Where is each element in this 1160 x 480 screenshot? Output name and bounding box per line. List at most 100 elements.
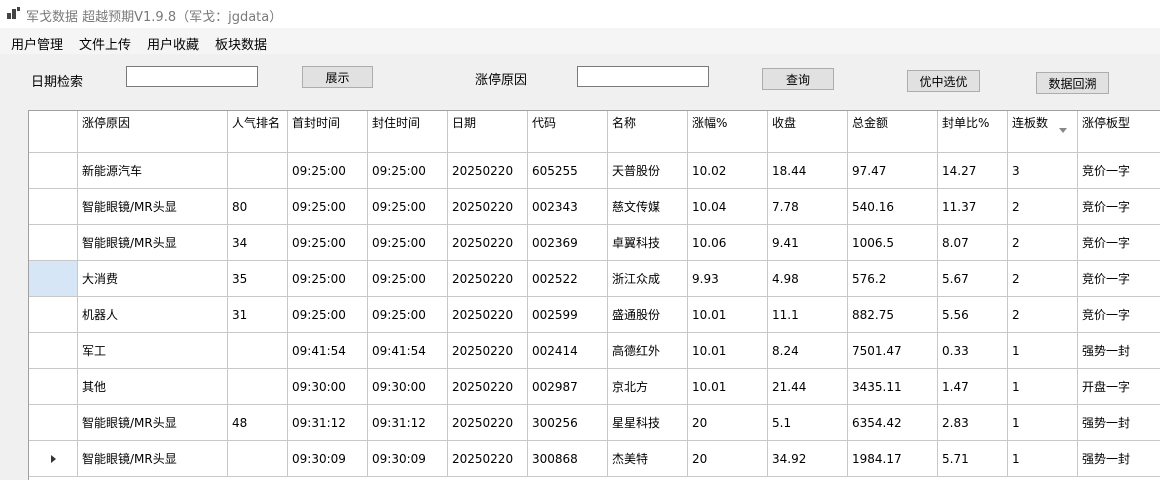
- cell-reason[interactable]: 智能眼镜/MR头显: [78, 225, 228, 261]
- cell-date[interactable]: 20250220: [448, 405, 528, 441]
- cell-reason[interactable]: 机器人: [78, 297, 228, 333]
- cell-limit-type[interactable]: 强势一封: [1078, 441, 1160, 477]
- menu-user-management[interactable]: 用户管理: [11, 34, 63, 53]
- cell-total-amount[interactable]: 540.16: [848, 189, 938, 225]
- cell-reason[interactable]: 其他: [78, 369, 228, 405]
- cell-consecutive-boards[interactable]: 2: [1008, 297, 1078, 333]
- menu-user-favorites[interactable]: 用户收藏: [147, 34, 199, 53]
- cell-popularity-rank[interactable]: 35: [228, 261, 288, 297]
- cell-popularity-rank[interactable]: [228, 333, 288, 369]
- cell-sealed-time[interactable]: 09:30:09: [368, 441, 448, 477]
- cell-total-amount[interactable]: 7501.47: [848, 333, 938, 369]
- cell-code[interactable]: 002987: [528, 369, 608, 405]
- cell-total-amount[interactable]: 97.47: [848, 153, 938, 189]
- column-header-first-seal-time[interactable]: 首封时间: [288, 111, 368, 153]
- cell-close[interactable]: 18.44: [768, 153, 848, 189]
- cell-limit-type[interactable]: 竞价一字: [1078, 261, 1160, 297]
- sort-descending-icon[interactable]: [1059, 128, 1067, 133]
- cell-first-seal-time[interactable]: 09:41:54: [288, 333, 368, 369]
- cell-sealed-time[interactable]: 09:31:12: [368, 405, 448, 441]
- cell-reason[interactable]: 军工: [78, 333, 228, 369]
- row-header-cell[interactable]: [29, 225, 78, 261]
- cell-name[interactable]: 杰美特: [608, 441, 688, 477]
- cell-name[interactable]: 星星科技: [608, 405, 688, 441]
- column-header-seal-ratio[interactable]: 封单 比%: [938, 111, 1008, 153]
- cell-date[interactable]: 20250220: [448, 225, 528, 261]
- cell-change-pct[interactable]: 10.02: [688, 153, 768, 189]
- cell-limit-type[interactable]: 竞价一字: [1078, 189, 1160, 225]
- cell-reason[interactable]: 新能源汽车: [78, 153, 228, 189]
- cell-name[interactable]: 盛通股份: [608, 297, 688, 333]
- table-row[interactable]: 大消费 35 09:25:00 09:25:00 20250220 002522 浙江众成 9…: [29, 261, 1160, 297]
- cell-first-seal-time[interactable]: 09:25:00: [288, 225, 368, 261]
- table-row[interactable]: 新能源汽车 09:25:00 09:25:00 20250220 605255 天普股份 1…: [29, 153, 1160, 189]
- cell-code[interactable]: 605255: [528, 153, 608, 189]
- cell-seal-ratio[interactable]: 2.83: [938, 405, 1008, 441]
- column-header-name[interactable]: 名称: [608, 111, 688, 153]
- cell-date[interactable]: 20250220: [448, 333, 528, 369]
- cell-seal-ratio[interactable]: 1.47: [938, 369, 1008, 405]
- cell-popularity-rank[interactable]: [228, 369, 288, 405]
- cell-change-pct[interactable]: 10.04: [688, 189, 768, 225]
- cell-name[interactable]: 京北方: [608, 369, 688, 405]
- cell-seal-ratio[interactable]: 14.27: [938, 153, 1008, 189]
- cell-consecutive-boards[interactable]: 2: [1008, 261, 1078, 297]
- cell-consecutive-boards[interactable]: 2: [1008, 225, 1078, 261]
- cell-first-seal-time[interactable]: 09:25:00: [288, 261, 368, 297]
- cell-seal-ratio[interactable]: 5.67: [938, 261, 1008, 297]
- cell-popularity-rank[interactable]: 34: [228, 225, 288, 261]
- cell-reason[interactable]: 智能眼镜/MR头显: [78, 441, 228, 477]
- table-row[interactable]: 智能眼镜/MR头显 48 09:31:12 09:31:12 20250220 30025…: [29, 405, 1160, 441]
- column-header-consecutive-boards[interactable]: 连板数: [1008, 111, 1078, 153]
- cell-date[interactable]: 20250220: [448, 153, 528, 189]
- cell-name[interactable]: 慈文传媒: [608, 189, 688, 225]
- limit-reason-input[interactable]: [577, 66, 709, 87]
- cell-change-pct[interactable]: 20: [688, 405, 768, 441]
- cell-consecutive-boards[interactable]: 1: [1008, 405, 1078, 441]
- cell-first-seal-time[interactable]: 09:30:00: [288, 369, 368, 405]
- column-header-reason[interactable]: 涨停原因: [78, 111, 228, 153]
- cell-name[interactable]: 高德红外: [608, 333, 688, 369]
- cell-code[interactable]: 300868: [528, 441, 608, 477]
- cell-seal-ratio[interactable]: 8.07: [938, 225, 1008, 261]
- row-header-cell[interactable]: [29, 153, 78, 189]
- column-header-code[interactable]: 代码: [528, 111, 608, 153]
- stock-data-grid[interactable]: 涨停原因 人气 排名 首封时间封住时间日期 代码 名称 涨幅% 收盘 总金额 封单 比% 连板数 涨停板…: [28, 110, 1160, 480]
- row-header-cell[interactable]: [29, 189, 78, 225]
- cell-change-pct[interactable]: 10.06: [688, 225, 768, 261]
- cell-consecutive-boards[interactable]: 2: [1008, 189, 1078, 225]
- cell-first-seal-time[interactable]: 09:25:00: [288, 189, 368, 225]
- cell-popularity-rank[interactable]: [228, 153, 288, 189]
- cell-limit-type[interactable]: 开盘一字: [1078, 369, 1160, 405]
- cell-name[interactable]: 卓翼科技: [608, 225, 688, 261]
- cell-date[interactable]: 20250220: [448, 441, 528, 477]
- cell-change-pct[interactable]: 10.01: [688, 369, 768, 405]
- row-header-cell[interactable]: [29, 369, 78, 405]
- cell-consecutive-boards[interactable]: 3: [1008, 153, 1078, 189]
- table-row[interactable]: 智能眼镜/MR头显 34 09:25:00 09:25:00 20250220 00236…: [29, 225, 1160, 261]
- cell-date[interactable]: 20250220: [448, 297, 528, 333]
- cell-first-seal-time[interactable]: 09:30:09: [288, 441, 368, 477]
- row-header-cell[interactable]: [29, 405, 78, 441]
- cell-close[interactable]: 4.98: [768, 261, 848, 297]
- cell-sealed-time[interactable]: 09:25:00: [368, 297, 448, 333]
- row-header-cell[interactable]: [29, 297, 78, 333]
- cell-sealed-time[interactable]: 09:30:00: [368, 369, 448, 405]
- menu-file-upload[interactable]: 文件上传: [79, 34, 131, 53]
- cell-date[interactable]: 20250220: [448, 261, 528, 297]
- row-header-cell[interactable]: [29, 441, 78, 477]
- cell-close[interactable]: 34.92: [768, 441, 848, 477]
- cell-close[interactable]: 5.1: [768, 405, 848, 441]
- cell-name[interactable]: 浙江众成: [608, 261, 688, 297]
- cell-code[interactable]: 002522: [528, 261, 608, 297]
- column-header-total-amount[interactable]: 总金额: [848, 111, 938, 153]
- cell-first-seal-time[interactable]: 09:25:00: [288, 153, 368, 189]
- cell-consecutive-boards[interactable]: 1: [1008, 369, 1078, 405]
- cell-change-pct[interactable]: 9.93: [688, 261, 768, 297]
- cell-code[interactable]: 002369: [528, 225, 608, 261]
- cell-consecutive-boards[interactable]: 1: [1008, 441, 1078, 477]
- cell-popularity-rank[interactable]: 80: [228, 189, 288, 225]
- column-header-popularity-rank[interactable]: 人气 排名: [228, 111, 288, 153]
- cell-popularity-rank[interactable]: [228, 441, 288, 477]
- cell-sealed-time[interactable]: 09:25:00: [368, 261, 448, 297]
